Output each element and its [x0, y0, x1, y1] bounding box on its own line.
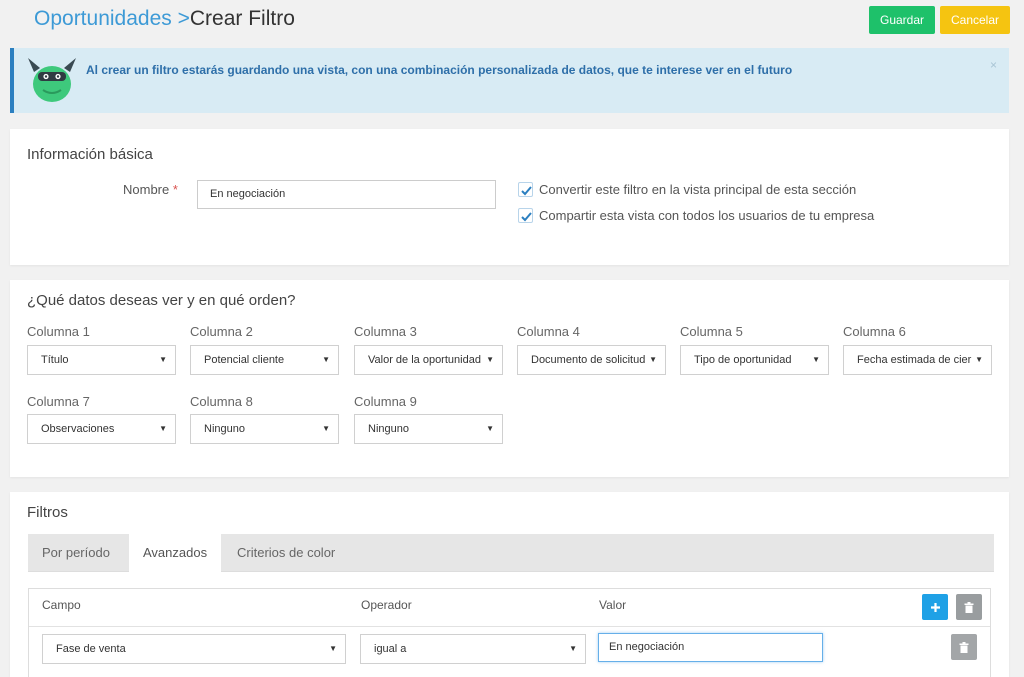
share-view-checkbox[interactable]: Compartir esta vista con todos los usuar… [518, 208, 874, 223]
column-3-label: Columna 3 [354, 324, 417, 339]
main-view-checkbox[interactable]: Convertir este filtro en la vista princi… [518, 182, 856, 197]
add-filter-button[interactable] [922, 594, 948, 620]
basic-info-panel: Información básica Nombre * En negociaci… [10, 129, 1009, 265]
filters-title: Filtros [27, 504, 68, 521]
filter-value-input[interactable]: En negociación [598, 633, 823, 662]
filter-tabs: Por período Avanzados Criterios de color [28, 534, 994, 572]
caret-down-icon: ▼ [326, 635, 337, 663]
name-label: Nombre * [123, 182, 178, 197]
mascot-icon [28, 58, 76, 102]
breadcrumb-section-link[interactable]: Oportunidades [34, 7, 172, 30]
alert-message: Al crear un filtro estarás guardando una… [86, 63, 793, 77]
columns-panel: ¿Qué datos deseas ver y en qué orden? Co… [10, 280, 1009, 477]
alert-close-icon[interactable]: × [990, 58, 997, 72]
trash-icon [964, 601, 974, 613]
tab-criterios-color[interactable]: Criterios de color [223, 534, 349, 572]
caret-down-icon: ▼ [566, 635, 577, 663]
filter-operator-select[interactable]: igual a ▼ [360, 634, 586, 664]
breadcrumb-separator: > [177, 7, 190, 30]
column-6-label: Columna 6 [843, 324, 906, 339]
delete-filter-row-button[interactable] [951, 634, 977, 660]
info-alert: Al crear un filtro estarás guardando una… [10, 48, 1009, 113]
filters-panel: Filtros Por período Avanzados Criterios … [10, 492, 1009, 677]
caret-down-icon: ▼ [156, 415, 167, 443]
column-4-label: Columna 4 [517, 324, 580, 339]
column-2-select[interactable]: Potencial cliente ▼ [190, 345, 339, 375]
caret-down-icon: ▼ [319, 346, 330, 374]
required-mark: * [172, 182, 178, 197]
check-icon [518, 182, 533, 197]
caret-down-icon: ▼ [156, 346, 167, 374]
column-9-label: Columna 9 [354, 394, 417, 409]
main-view-checkbox-label: Convertir este filtro en la vista princi… [539, 182, 857, 197]
tab-avanzados[interactable]: Avanzados [129, 534, 222, 572]
column-2-label: Columna 2 [190, 324, 253, 339]
breadcrumb: Oportunidades >Crear Filtro [34, 7, 295, 31]
column-7-select[interactable]: Observaciones ▼ [27, 414, 176, 444]
column-7-label: Columna 7 [27, 394, 90, 409]
caret-down-icon: ▼ [483, 346, 494, 374]
caret-down-icon: ▼ [646, 346, 657, 374]
filter-field-select[interactable]: Fase de venta ▼ [42, 634, 346, 664]
delete-all-filters-button[interactable] [956, 594, 982, 620]
value-column-header: Valor [599, 598, 627, 612]
column-8-select[interactable]: Ninguno ▼ [190, 414, 339, 444]
caret-down-icon: ▼ [972, 346, 983, 374]
column-5-label: Columna 5 [680, 324, 743, 339]
column-1-select[interactable]: Título ▼ [27, 345, 176, 375]
table-divider [29, 626, 990, 627]
column-8-label: Columna 8 [190, 394, 253, 409]
basic-info-title: Información básica [27, 146, 153, 163]
caret-down-icon: ▼ [809, 346, 820, 374]
page-title: Crear Filtro [189, 7, 295, 30]
column-4-select[interactable]: Documento de solicitud ▼ [517, 345, 666, 375]
column-6-select[interactable]: Fecha estimada de cierre ▼ [843, 345, 992, 375]
trash-icon [959, 641, 969, 653]
caret-down-icon: ▼ [319, 415, 330, 443]
check-icon [518, 208, 533, 223]
column-9-select[interactable]: Ninguno ▼ [354, 414, 503, 444]
operator-column-header: Operador [361, 598, 412, 612]
caret-down-icon: ▼ [483, 415, 494, 443]
advanced-filters-table: Campo Operador Valor Fase de venta ▼ igua… [28, 588, 991, 677]
share-view-checkbox-label: Compartir esta vista con todos los usuar… [539, 208, 875, 223]
page-header: Oportunidades >Crear Filtro Guardar Canc… [0, 0, 1024, 40]
name-input[interactable]: En negociación [197, 180, 496, 209]
column-3-select[interactable]: Valor de la oportunidad ▼ [354, 345, 503, 375]
column-1-label: Columna 1 [27, 324, 90, 339]
field-column-header: Campo [42, 598, 81, 612]
columns-title: ¿Qué datos deseas ver y en qué orden? [27, 292, 296, 309]
plus-icon [930, 602, 940, 612]
column-5-select[interactable]: Tipo de oportunidad ▼ [680, 345, 829, 375]
save-button[interactable]: Guardar [869, 6, 935, 34]
tab-por-periodo[interactable]: Por período [28, 534, 124, 572]
cancel-button[interactable]: Cancelar [940, 6, 1010, 34]
